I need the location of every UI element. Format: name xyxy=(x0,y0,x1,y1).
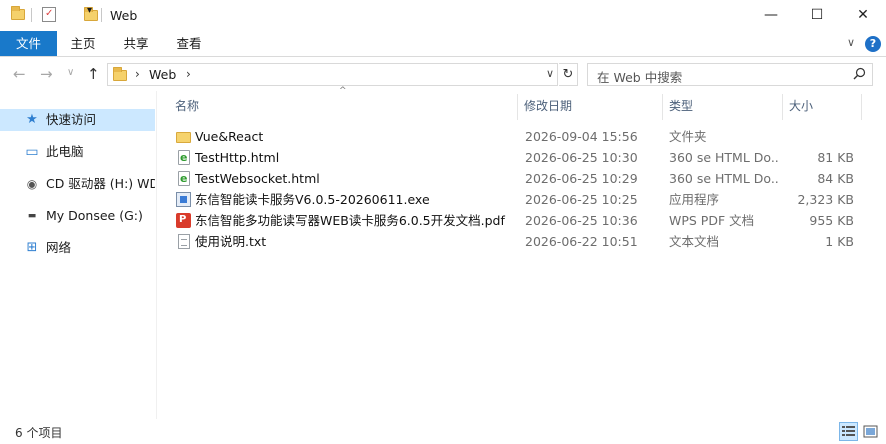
customize-toolbar-icon[interactable]: ▾ xyxy=(87,5,92,23)
forward-icon[interactable]: → xyxy=(40,65,53,83)
column-divider[interactable] xyxy=(517,94,518,120)
file-type: 文本文档 xyxy=(669,234,720,249)
minimize-button[interactable]: — xyxy=(748,0,794,30)
file-type: WPS PDF 文档 xyxy=(669,213,755,228)
address-row: ← → ∨ ↑ › Web › ∨ ↻ 在 Web 中搜索 xyxy=(0,58,886,91)
pin-star-icon: ★ xyxy=(26,112,38,127)
title-bar: ✓ ▾ Web — ☐ ✕ xyxy=(0,0,886,31)
expand-ribbon-icon[interactable]: ∨ xyxy=(847,36,855,49)
up-icon[interactable]: ↑ xyxy=(87,65,100,83)
file-size: 955 KB xyxy=(809,213,854,228)
nav-item-network[interactable]: ⊞ 网络 xyxy=(0,237,155,259)
folder-icon xyxy=(113,67,127,81)
cd-drive-icon: ◉ xyxy=(26,177,38,191)
nav-item-this-pc[interactable]: ▭ 此电脑 xyxy=(0,141,155,163)
details-view-icon xyxy=(842,426,855,436)
column-header-type[interactable]: 类型 xyxy=(669,94,779,119)
file-name: TestHttp.html xyxy=(195,150,280,165)
close-button[interactable]: ✕ xyxy=(840,0,886,30)
nav-item-label: 快速访问 xyxy=(46,112,97,127)
maximize-button[interactable]: ☐ xyxy=(794,0,840,30)
application-icon xyxy=(176,192,191,207)
file-row[interactable]: 东信智能读卡服务V6.0.5-20260611.exe 2026-06-25 1… xyxy=(170,189,860,210)
breadcrumb-web[interactable]: Web xyxy=(149,67,176,82)
file-size: 81 KB xyxy=(817,150,854,165)
file-date: 2026-06-25 10:36 xyxy=(525,213,638,228)
file-name: Vue&React xyxy=(195,129,264,144)
address-dropdown-icon[interactable]: ∨ xyxy=(546,67,554,80)
file-size: 1 KB xyxy=(825,234,854,249)
file-date: 2026-06-22 10:51 xyxy=(525,234,638,249)
status-bar: 6 个项目 xyxy=(0,420,886,444)
nav-item-label: 网络 xyxy=(46,240,72,255)
refresh-button[interactable]: ↻ xyxy=(559,63,578,86)
recent-locations-icon[interactable]: ∨ xyxy=(67,67,74,78)
breadcrumb-chevron-icon[interactable]: › xyxy=(135,67,140,81)
large-icons-view-button[interactable] xyxy=(861,422,880,441)
tab-file[interactable]: 文件 xyxy=(0,31,57,56)
column-divider[interactable] xyxy=(662,94,663,120)
html-file-icon xyxy=(178,168,190,189)
file-type: 应用程序 xyxy=(669,192,720,207)
nav-item-label: My Donsee (G:) xyxy=(46,208,143,223)
nav-item-label: 此电脑 xyxy=(46,144,84,159)
file-date: 2026-09-04 15:56 xyxy=(525,129,638,144)
file-row[interactable]: Vue&React 2026-09-04 15:56 文件夹 xyxy=(170,126,860,147)
large-icons-view-icon xyxy=(863,425,878,438)
quick-access-divider xyxy=(31,8,32,22)
nav-item-my-donsee[interactable]: ▬ My Donsee (G:) xyxy=(0,205,155,227)
file-date: 2026-06-25 10:29 xyxy=(525,171,638,186)
column-header-name[interactable]: 名称 xyxy=(175,94,515,119)
file-date: 2026-06-25 10:25 xyxy=(525,192,638,207)
search-input[interactable]: 在 Web 中搜索 xyxy=(587,63,873,86)
tab-view[interactable]: 查看 xyxy=(166,31,212,56)
computer-icon: ▭ xyxy=(25,144,39,160)
column-divider[interactable] xyxy=(782,94,783,120)
help-icon[interactable]: ? xyxy=(865,36,881,52)
window-title: Web xyxy=(110,8,138,23)
address-bar[interactable]: › Web › ∨ xyxy=(107,63,558,86)
file-row[interactable]: 使用说明.txt 2026-06-22 10:51 文本文档 1 KB xyxy=(170,231,860,252)
details-view-button[interactable] xyxy=(839,422,858,441)
nav-item-label: CD 驱动器 (H:) WD xyxy=(46,176,155,191)
file-name: 使用说明.txt xyxy=(195,234,267,249)
pdf-file-icon xyxy=(176,209,191,230)
file-row[interactable]: 东信智能多功能读写器WEB读卡服务6.0.5开发文档.pdf 2026-06-2… xyxy=(170,209,860,231)
file-type: 文件夹 xyxy=(669,129,707,144)
file-size: 2,323 KB xyxy=(797,192,854,207)
breadcrumb-chevron-icon[interactable]: › xyxy=(186,67,191,81)
search-icon xyxy=(853,67,866,84)
network-icon: ⊞ xyxy=(26,240,38,255)
search-placeholder: 在 Web 中搜索 xyxy=(597,70,683,85)
folder-icon xyxy=(11,6,25,20)
file-name: 东信智能读卡服务V6.0.5-20260611.exe xyxy=(195,192,430,207)
ribbon-tabs: 文件 主页 共享 查看 ∨ ? xyxy=(0,31,886,57)
file-size: 84 KB xyxy=(817,171,854,186)
file-type: 360 se HTML Do... xyxy=(669,171,779,186)
file-type: 360 se HTML Do... xyxy=(669,150,779,165)
column-header-date[interactable]: 修改日期 xyxy=(524,94,659,119)
back-icon[interactable]: ← xyxy=(13,65,26,83)
title-divider xyxy=(101,8,102,22)
folder-icon xyxy=(176,132,191,143)
nav-item-cd-drive[interactable]: ◉ CD 驱动器 (H:) WD xyxy=(0,173,155,195)
file-name: 东信智能多功能读写器WEB读卡服务6.0.5开发文档.pdf xyxy=(195,213,505,228)
file-date: 2026-06-25 10:30 xyxy=(525,150,638,165)
html-file-icon xyxy=(178,147,190,168)
item-count: 6 个项目 xyxy=(15,426,63,440)
file-row[interactable]: TestHttp.html 2026-06-25 10:30 360 se HT… xyxy=(170,147,860,168)
tab-home[interactable]: 主页 xyxy=(60,31,106,56)
navigation-pane: ★ 快速访问 ▭ 此电脑 ◉ CD 驱动器 (H:) WD ▬ My Donse… xyxy=(0,91,157,419)
drive-icon: ▬ xyxy=(27,211,37,221)
tab-share[interactable]: 共享 xyxy=(113,31,159,56)
file-row[interactable]: TestWebsocket.html 2026-06-25 10:29 360 … xyxy=(170,168,860,189)
file-name: TestWebsocket.html xyxy=(195,171,320,186)
text-file-icon xyxy=(178,234,190,249)
nav-item-quick-access[interactable]: ★ 快速访问 xyxy=(0,109,155,131)
column-divider[interactable] xyxy=(861,94,862,120)
column-header-size[interactable]: 大小 xyxy=(789,94,859,119)
properties-icon[interactable]: ✓ xyxy=(42,7,56,22)
